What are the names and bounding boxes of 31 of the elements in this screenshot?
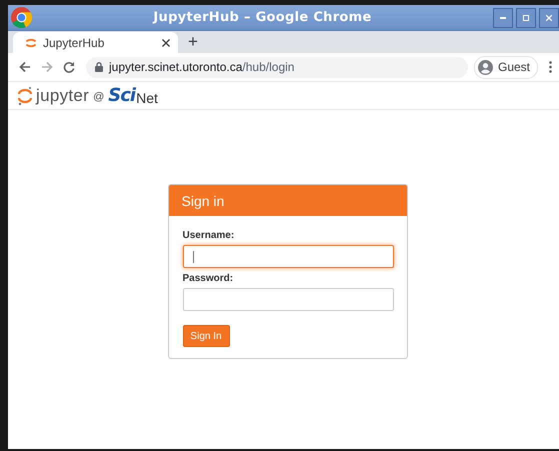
logo-text: jupyter xyxy=(36,86,90,106)
profile-button[interactable]: Guest xyxy=(474,56,538,78)
jupyter-logo-icon xyxy=(25,36,37,48)
menu-icon[interactable] xyxy=(549,61,552,73)
maximize-icon xyxy=(523,14,529,20)
org-logo-text: Sci xyxy=(108,85,136,106)
lock-icon xyxy=(95,62,103,72)
window-title: JupyterHub – Google Chrome xyxy=(152,10,373,25)
org-logo-suffix: Net xyxy=(136,90,158,106)
field-label: Username: xyxy=(182,230,236,241)
field-label: Password: xyxy=(182,273,234,284)
close-icon xyxy=(546,14,552,20)
jupyter-logo-icon xyxy=(18,86,32,106)
username-field[interactable] xyxy=(182,245,394,268)
password-field[interactable] xyxy=(182,288,394,311)
back-arrow-icon[interactable] xyxy=(19,61,31,73)
minimize-icon xyxy=(500,16,506,18)
maximize-button[interactable] xyxy=(516,8,536,28)
browser-tab[interactable]: JupyterHub xyxy=(13,32,178,53)
browser-logo-icon xyxy=(11,7,32,28)
at-sign: @ xyxy=(93,91,104,103)
card-title: Sign in xyxy=(182,192,224,208)
new-tab-button[interactable]: + xyxy=(188,32,198,52)
url-path: /hub/login xyxy=(242,60,294,74)
close-button[interactable] xyxy=(539,8,559,28)
reload-icon[interactable] xyxy=(63,61,75,73)
minimize-button[interactable] xyxy=(493,8,513,28)
person-icon xyxy=(478,60,493,74)
address-field[interactable]: jupyter.scinet.utoronto.ca/hub/login xyxy=(86,56,468,78)
url-host: jupyter.scinet.utoronto.ca xyxy=(109,60,242,74)
close-tab-icon[interactable] xyxy=(162,38,170,46)
